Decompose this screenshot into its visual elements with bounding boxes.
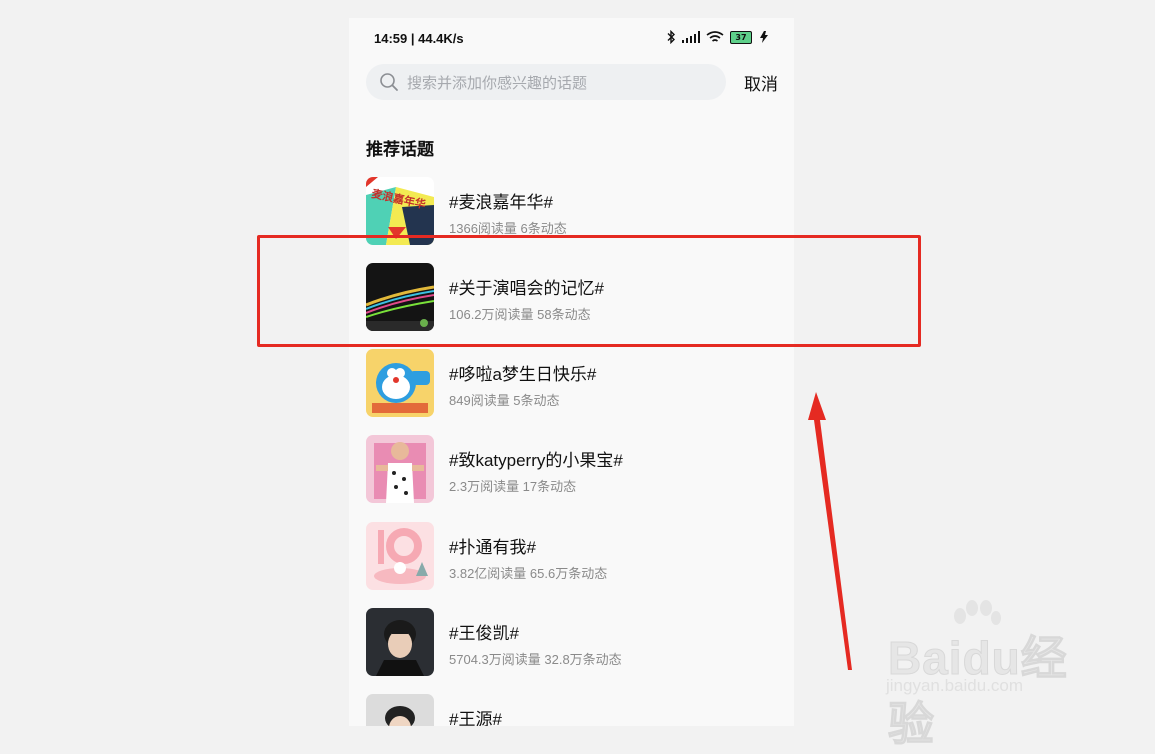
topic-stats: 849阅读量 5条动态 (449, 393, 560, 408)
wifi-icon (706, 30, 724, 42)
battery-icon: 37 (730, 30, 752, 44)
status-bar: 14:59 | 44.4K/s 37 (349, 18, 794, 60)
topic-item[interactable]: #王俊凯# 5704.3万阅读量 32.8万条动态 (366, 608, 776, 678)
highlight-box (257, 235, 921, 347)
topic-thumbnail (366, 694, 434, 726)
annotation-arrow-icon (808, 392, 852, 670)
topic-thumbnail (366, 349, 434, 417)
bluetooth-icon (667, 30, 675, 44)
signal-icon (682, 31, 700, 43)
topic-title: #致katyperry的小果宝# (449, 451, 623, 470)
status-time: 14:59 | 44.4K/s (374, 31, 464, 46)
watermark: Baidu经验 jingyan.baidu.com (880, 600, 1100, 751)
topic-stats: 3.82亿阅读量 65.6万条动态 (449, 566, 608, 581)
search-row: 搜索并添加你感兴趣的话题 取消 (366, 64, 778, 100)
section-title: 推荐话题 (366, 140, 434, 160)
search-icon (380, 73, 398, 91)
topic-title: #王俊凯# (449, 624, 519, 643)
search-placeholder: 搜索并添加你感兴趣的话题 (407, 73, 588, 92)
topic-title: #扑通有我# (449, 538, 536, 557)
topic-title: #麦浪嘉年华# (449, 193, 553, 212)
search-input[interactable]: 搜索并添加你感兴趣的话题 (366, 64, 726, 100)
topic-stats: 2.3万阅读量 17条动态 (449, 479, 577, 494)
topic-title: #哆啦a梦生日快乐# (449, 365, 597, 384)
topic-thumbnail (366, 435, 434, 503)
topic-item[interactable]: #扑通有我# 3.82亿阅读量 65.6万条动态 (366, 522, 776, 592)
topic-item[interactable]: #哆啦a梦生日快乐# 849阅读量 5条动态 (366, 349, 776, 419)
topic-thumbnail (366, 608, 434, 676)
topic-item[interactable]: #致katyperry的小果宝# 2.3万阅读量 17条动态 (366, 435, 776, 505)
topic-title: #王源# (449, 710, 502, 726)
status-icons: 37 (666, 30, 770, 44)
phone-screen: 14:59 | 44.4K/s 37 搜索并添加你感兴趣的话题 取消 推荐话题 … (349, 18, 794, 726)
topic-thumbnail (366, 522, 434, 590)
topic-stats: 5704.3万阅读量 32.8万条动态 (449, 652, 622, 667)
watermark-url: jingyan.baidu.com (886, 676, 1024, 695)
topic-item[interactable]: #王源# (366, 694, 776, 726)
charging-icon (760, 31, 768, 43)
cancel-button[interactable]: 取消 (744, 70, 778, 95)
